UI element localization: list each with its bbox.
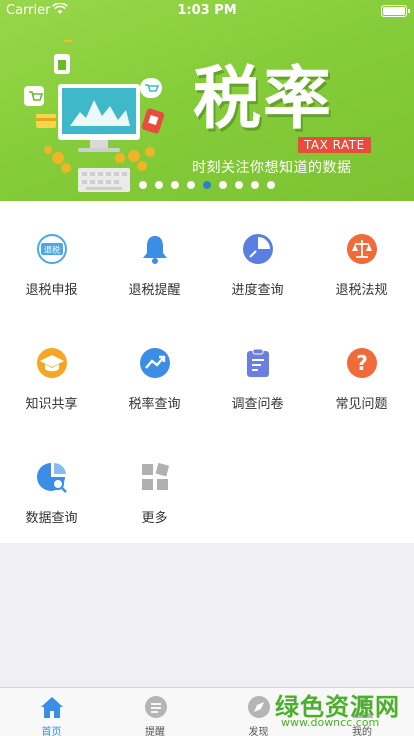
banner-subtitle: 时刻关注你想知道的数据: [192, 160, 352, 176]
clipboard-icon: [242, 347, 274, 379]
tab-label: 提醒: [145, 727, 165, 736]
page-dot[interactable]: [267, 181, 275, 189]
page-dot[interactable]: [139, 181, 147, 189]
graduation-cap-icon: [36, 347, 68, 379]
grid-item[interactable]: 进度查询: [206, 201, 309, 315]
computer-illustration-icon: [24, 40, 165, 192]
banner-tag: TAX RATE: [298, 137, 371, 153]
grid-item[interactable]: 退税提醒: [103, 201, 206, 315]
page-dot[interactable]: [155, 181, 163, 189]
grid-item-label: 税率查询: [128, 397, 181, 412]
grid-item-label: 数据查询: [25, 511, 78, 526]
grid-item-label: 常见问题: [335, 397, 388, 412]
grid-item[interactable]: ? 常见问题: [310, 315, 413, 429]
banner[interactable]: Carrier 1:03 PM 税率 TAX RATE 时刻关注你想知道的数据: [0, 0, 414, 201]
svg-text:退税: 退税: [44, 245, 60, 255]
banner-page-indicator[interactable]: [139, 181, 275, 189]
battery-icon: [381, 5, 410, 17]
status-bar: Carrier 1:03 PM: [0, 0, 414, 22]
discover-icon: [246, 694, 272, 720]
page-dot[interactable]: [187, 181, 195, 189]
data-search-icon: [36, 461, 68, 493]
grid-item[interactable]: 退税 退税申报: [0, 201, 103, 315]
more-grid-icon: [139, 461, 171, 493]
trend-chart-icon: [139, 347, 171, 379]
home-icon: [39, 694, 65, 720]
tab-reminder[interactable]: 提醒: [104, 688, 207, 736]
function-grid: 退税 退税申报 退税提醒 进度查询 退税法规 知识共享 税率查询 调查问卷? 常见问题 数据查询更…: [0, 201, 414, 543]
pie-chart-icon: [242, 233, 274, 265]
question-icon: ?: [346, 347, 378, 379]
grid-item[interactable]: 数据查询: [0, 429, 103, 543]
grid-item[interactable]: 税率查询: [103, 315, 206, 429]
page-dot[interactable]: [235, 181, 243, 189]
grid-item[interactable]: 更多: [103, 429, 206, 543]
page-dot[interactable]: [203, 181, 211, 189]
scale-icon: [346, 233, 378, 265]
grid-item[interactable]: 调查问卷: [206, 315, 309, 429]
grid-item-label: 进度查询: [231, 283, 284, 298]
tab-label: 首页: [41, 727, 62, 736]
page-dot[interactable]: [251, 181, 259, 189]
tax-refund-icon: 退税: [36, 233, 68, 265]
tab-home[interactable]: 首页: [0, 688, 103, 736]
page-dot[interactable]: [219, 181, 227, 189]
grid-item-label: 知识共享: [25, 397, 78, 412]
grid-item-label: 退税提醒: [128, 283, 181, 298]
svg-text:?: ?: [356, 351, 368, 375]
bell-icon: [139, 233, 171, 265]
grid-item[interactable]: 知识共享: [0, 315, 103, 429]
reminder-icon: [143, 694, 169, 720]
grid-item[interactable]: 退税法规: [310, 201, 413, 315]
watermark-url: www.downcc.com: [281, 716, 380, 729]
grid-item-label: 更多: [141, 511, 168, 526]
page-dot[interactable]: [171, 181, 179, 189]
grid-item-label: 退税申报: [25, 283, 78, 298]
banner-title: 税率: [193, 60, 334, 139]
grid-item-label: 退税法规: [335, 283, 388, 298]
status-time: 1:03 PM: [177, 3, 237, 18]
grid-item-label: 调查问卷: [231, 397, 284, 412]
